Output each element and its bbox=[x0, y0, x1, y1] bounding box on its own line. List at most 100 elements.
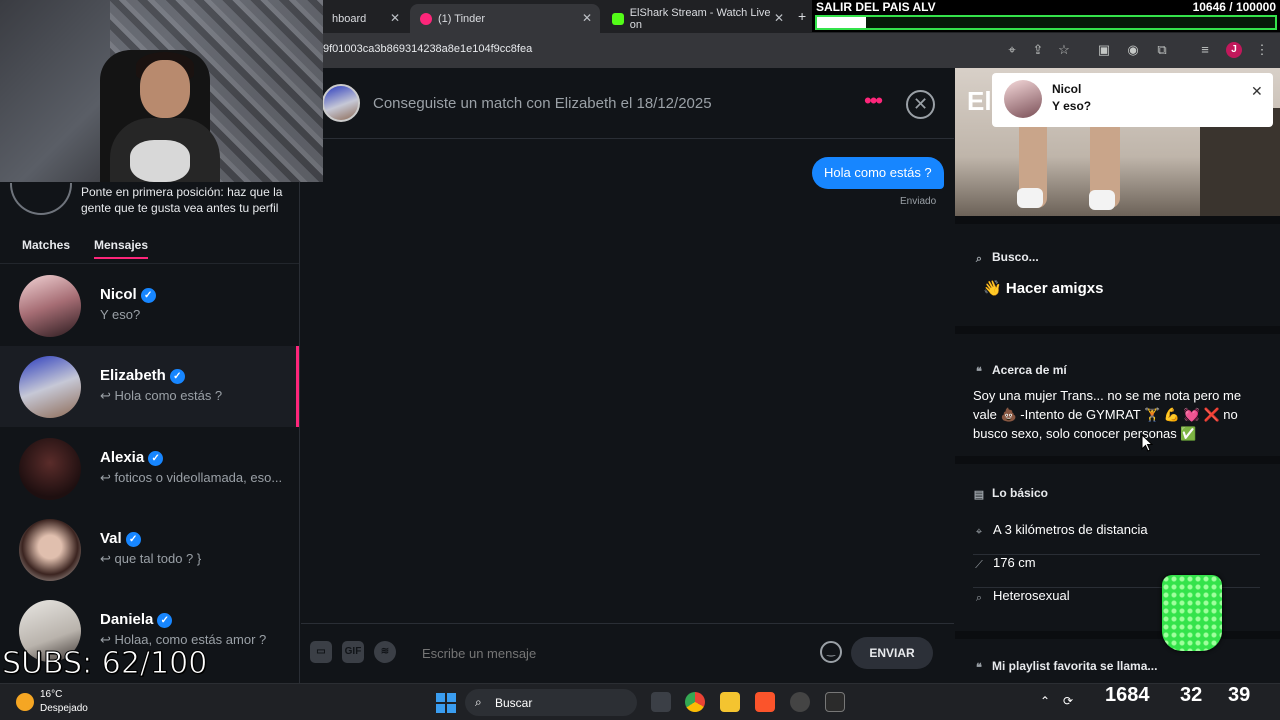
tab-elshark[interactable]: ElShark Stream - Watch Live on ✕ bbox=[602, 4, 792, 33]
tinder-icon bbox=[420, 12, 432, 25]
basics-row: ⌖ A 3 kilómetros de distancia bbox=[973, 522, 1260, 555]
app-icon[interactable] bbox=[790, 692, 810, 712]
gif-button[interactable]: GIF bbox=[342, 641, 364, 663]
about-section: ❝ Acerca de mí Soy una mujer Trans... no … bbox=[955, 326, 1280, 456]
notification-toast[interactable]: Nicol Y eso? ✕ bbox=[992, 73, 1273, 127]
puzzle-icon[interactable]: ⧉ bbox=[1154, 42, 1170, 58]
start-icon[interactable] bbox=[436, 693, 456, 713]
webcam-overlay bbox=[0, 0, 323, 182]
location-pin-icon: ⌖ bbox=[975, 526, 983, 538]
avatar[interactable] bbox=[322, 84, 360, 122]
looking-for-section: ⌕ Busco... 👋 Hacer amigxs bbox=[955, 216, 1280, 326]
taskbar-search[interactable]: ⌕ Buscar bbox=[465, 689, 637, 716]
extension-icon[interactable]: ◉ bbox=[1125, 42, 1141, 58]
conversation-item[interactable]: Val ✓ ↩ que tal todo ? } bbox=[0, 509, 299, 590]
message-input[interactable] bbox=[422, 646, 802, 661]
spotify-icon[interactable]: ≋ bbox=[374, 641, 396, 663]
wave-icon: 👋 bbox=[983, 280, 1002, 297]
conversation-name: Val ✓ bbox=[100, 530, 141, 547]
brave-icon[interactable] bbox=[755, 692, 775, 712]
star-icon[interactable]: ☆ bbox=[1056, 42, 1072, 58]
section-title: ❝ Mi playlist favorita se llama... bbox=[973, 659, 1157, 674]
file-explorer-icon[interactable] bbox=[720, 692, 740, 712]
avatar bbox=[19, 275, 81, 337]
conversation-preview: ↩ foticos o videollamada, eso... bbox=[100, 470, 283, 485]
new-tab-icon[interactable]: + bbox=[798, 8, 806, 24]
emoji-icon[interactable]: ‿ bbox=[820, 641, 842, 663]
extension-icon[interactable]: ▣ bbox=[1096, 42, 1112, 58]
message-status: Enviado bbox=[900, 196, 937, 207]
overlay-number: 32 bbox=[1180, 684, 1203, 706]
tab-label: ElShark Stream - Watch Live on bbox=[629, 6, 771, 31]
close-tab-icon[interactable]: ✕ bbox=[390, 11, 400, 25]
verified-icon: ✓ bbox=[125, 532, 141, 547]
mouse-cursor bbox=[1141, 434, 1153, 452]
weather-icon[interactable] bbox=[16, 693, 34, 711]
search-label: Buscar bbox=[495, 696, 533, 710]
match-info: Conseguiste un match con Elizabeth el 18… bbox=[373, 95, 712, 112]
chevron-up-icon[interactable]: ⌃ bbox=[1040, 694, 1050, 708]
kick-icon bbox=[612, 12, 624, 25]
more-options-icon[interactable]: ••• bbox=[864, 90, 883, 112]
conversation-preview: ↩ que tal todo ? } bbox=[100, 551, 202, 566]
quote-icon: ❝ bbox=[976, 366, 982, 378]
sidebar-tabs: Matches Mensajes bbox=[0, 228, 299, 264]
avatar bbox=[19, 356, 81, 418]
conversation-preview: Y eso? bbox=[100, 307, 141, 322]
tab-label: hboard bbox=[332, 12, 367, 25]
taskbar: 16°C Despejado ⌕ Buscar ⌃ ⟳ 1684 32 39 bbox=[0, 683, 1280, 720]
tab-label: (1) Tinder bbox=[438, 12, 486, 25]
profile-avatar[interactable]: J bbox=[1226, 42, 1242, 58]
url-text[interactable]: 9f01003ca3b869314238a8e1e104f9cc8fea bbox=[323, 43, 532, 55]
menu-icon[interactable]: ⋮ bbox=[1254, 42, 1270, 58]
conversation-name: Alexia ✓ bbox=[100, 449, 164, 466]
close-tab-icon[interactable]: ✕ bbox=[582, 11, 592, 25]
avatar bbox=[19, 519, 81, 581]
sticker-icon[interactable]: ▭ bbox=[310, 641, 332, 663]
share-icon[interactable]: ⇪ bbox=[1030, 42, 1046, 58]
send-button[interactable]: ENVIAR bbox=[851, 637, 933, 669]
message-bubble: Hola como estás ? bbox=[812, 157, 944, 189]
quote-icon: ❝ bbox=[976, 662, 982, 674]
conversation-item[interactable]: Elizabeth ✓ ↩ Hola como estás ? bbox=[0, 346, 299, 427]
tab-matches[interactable]: Matches bbox=[22, 238, 70, 252]
stream-goal: SALIR DEL PAIS ALV 10646 / 100000 bbox=[812, 0, 1280, 32]
media-icon[interactable]: ≡ bbox=[1197, 42, 1213, 58]
weather-temp[interactable]: 16°C bbox=[40, 689, 62, 700]
boost-avatar[interactable] bbox=[10, 183, 72, 215]
gem-jar-overlay bbox=[1162, 575, 1222, 651]
notification-message: Y eso? bbox=[1052, 99, 1092, 113]
message-composer: ▭ GIF ≋ ‿ ENVIAR bbox=[301, 623, 954, 683]
section-title: ❝ Acerca de mí bbox=[973, 363, 1067, 378]
tab-messages[interactable]: Mensajes bbox=[94, 238, 149, 259]
verified-icon: ✓ bbox=[140, 288, 156, 303]
verified-icon: ✓ bbox=[169, 369, 185, 384]
tab-tinder[interactable]: (1) Tinder ✕ bbox=[410, 4, 600, 33]
boost-text[interactable]: Ponte en primera posición: haz que la ge… bbox=[81, 184, 291, 216]
close-icon[interactable]: ✕ bbox=[1251, 83, 1263, 100]
conversation-item[interactable]: Alexia ✓ ↩ foticos o videollamada, eso... bbox=[0, 428, 299, 509]
task-view-icon[interactable] bbox=[651, 692, 671, 712]
goal-progress-fill bbox=[817, 17, 866, 28]
sync-icon[interactable]: ⟳ bbox=[1063, 694, 1073, 708]
tab-dashboard[interactable]: hboard ✕ bbox=[322, 4, 408, 33]
chrome-icon[interactable] bbox=[685, 692, 705, 712]
overlay-number: 39 bbox=[1228, 684, 1251, 706]
close-chat-button[interactable]: ✕ bbox=[906, 90, 935, 119]
conversation-name: Nicol ✓ bbox=[100, 286, 156, 303]
weather-desc[interactable]: Despejado bbox=[40, 703, 88, 714]
conversation-item[interactable]: Nicol ✓ Y eso? bbox=[0, 265, 299, 346]
search-icon: ⌕ bbox=[475, 695, 482, 709]
location-icon[interactable]: ⌖ bbox=[1004, 42, 1020, 58]
basics-section: ▤ Lo básico ⌖ A 3 kilómetros de distancia … bbox=[955, 456, 1280, 639]
search-icon: ⌕ bbox=[975, 253, 983, 265]
conversation-preview: ↩ Hola como estás ? bbox=[100, 388, 223, 403]
terminal-icon[interactable] bbox=[825, 692, 845, 712]
avatar bbox=[1004, 80, 1042, 118]
profile-panel: El Nicol Y eso? ✕ ⌕ Busco... 👋 Hacer amig… bbox=[955, 68, 1280, 683]
close-tab-icon[interactable]: ✕ bbox=[774, 11, 784, 25]
notification-name: Nicol bbox=[1052, 82, 1082, 96]
conversation-name: Daniela ✓ bbox=[100, 611, 173, 628]
goal-progress-bar bbox=[815, 15, 1277, 30]
overlay-number: 1684 bbox=[1105, 684, 1150, 706]
